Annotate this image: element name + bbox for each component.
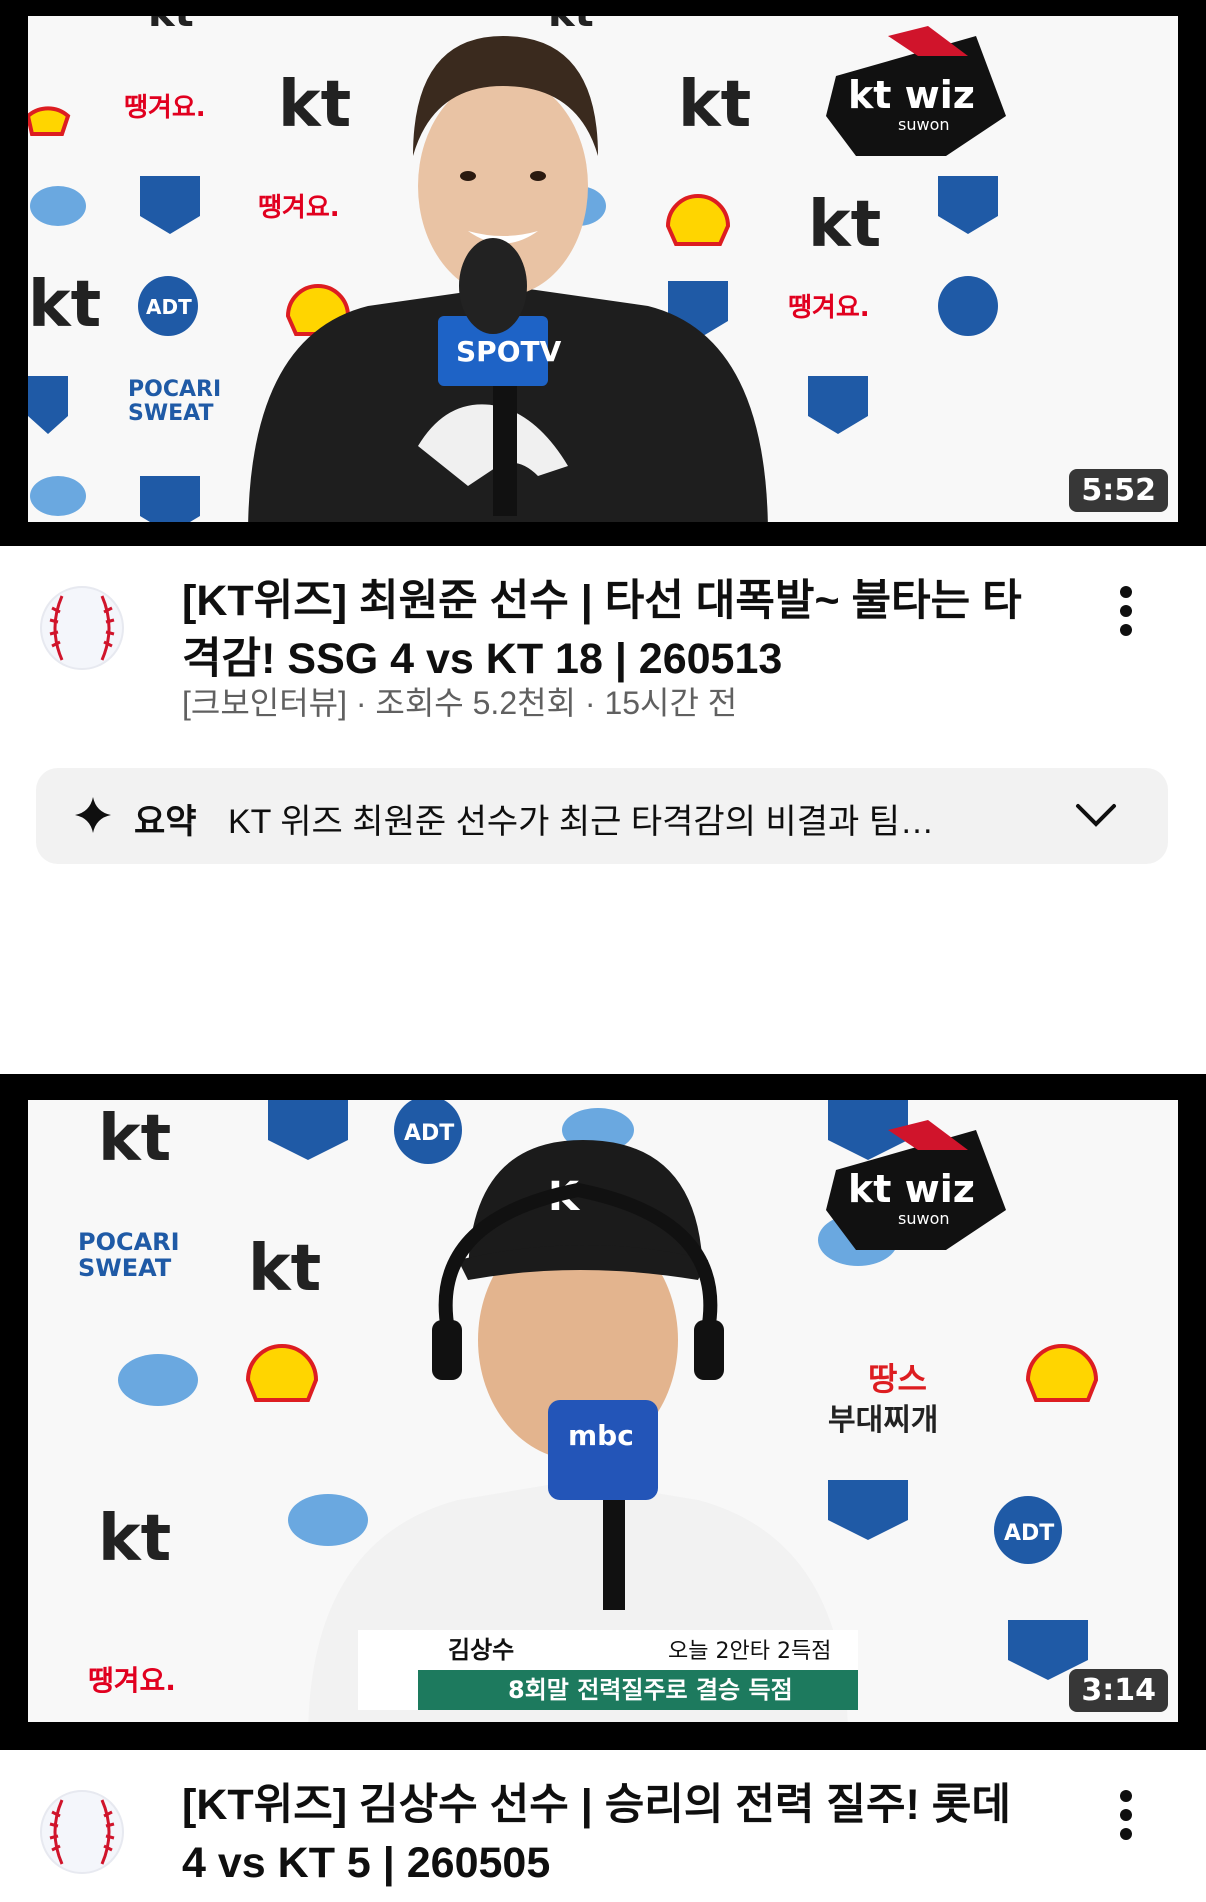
svg-text:ADT: ADT [404,1121,454,1146]
separator-dot: · [584,685,605,721]
video-1-thumbnail-frame[interactable]: kt kt kt kt kt kt 땡겨요. 땡겨요. 땡겨요. POCARI … [0,0,1206,546]
svg-text:kt: kt [98,1502,171,1576]
summary-label: 요약 [134,803,197,841]
upload-age: 15시간 전 [604,685,738,721]
svg-text:땡겨요.: 땡겨요. [124,93,206,123]
baseball-icon [40,1790,124,1874]
svg-text:땡겨요.: 땡겨요. [258,193,340,223]
svg-text:SPOTV: SPOTV [456,335,562,368]
svg-text:8회말 전력질주로 결승 득점: 8회말 전력질주로 결승 득점 [508,1676,793,1704]
svg-text:땡겨요.: 땡겨요. [88,1664,176,1697]
summary-text: KT 위즈 최원준 선수가 최근 타격감의 비결과 팀… [228,803,934,841]
video-2-title[interactable]: [KT위즈] 김상수 선수 | 승리의 전력 질주! 롯데 4 vs KT 5 … [182,1776,1042,1892]
svg-text:오늘 2안타 2득점: 오늘 2안타 2득점 [668,1639,831,1664]
video-duration-badge: 3:14 [1069,1669,1168,1712]
sparkle-icon [75,797,111,833]
baseball-icon [40,586,124,670]
svg-text:김상수: 김상수 [448,1636,514,1664]
svg-text:kt wiz: kt wiz [848,73,975,117]
video-1-metadata-line: [크보인터뷰] · 조회수 5.2천회 · 15시간 전 [182,678,737,724]
svg-text:땡겨요.: 땡겨요. [788,293,870,323]
view-count: 조회수 5.2천회 [375,685,576,721]
svg-text:ADT: ADT [146,295,192,319]
svg-text:kt: kt [278,68,351,142]
video-1-title[interactable]: [KT위즈] 최원준 선수 | 타선 대폭발~ 불타는 타격감! SSG 4 v… [182,572,1042,688]
svg-text:suwon: suwon [898,115,950,134]
video-2-meta[interactable]: [KT위즈] 김상수 선수 | 승리의 전력 질주! 롯데 4 vs KT 5 … [0,1750,1206,1902]
svg-text:부대찌개: 부대찌개 [828,1403,938,1438]
channel-name[interactable]: [크보인터뷰] [182,685,347,721]
ai-summary-bar[interactable]: 요약 KT 위즈 최원준 선수가 최근 타격감의 비결과 팀… [36,768,1168,864]
svg-text:kt: kt [548,16,594,36]
chevron-down-icon[interactable] [1074,796,1118,836]
svg-text:mbc: mbc [568,1419,634,1452]
channel-avatar-baseball[interactable] [40,1790,124,1874]
video-1-thumbnail[interactable]: kt kt kt kt kt kt 땡겨요. 땡겨요. 땡겨요. POCARI … [28,16,1178,522]
svg-text:POCARI: POCARI [78,1228,180,1256]
separator-dot: · [355,685,376,721]
svg-text:kt: kt [98,1102,171,1176]
channel-avatar-baseball[interactable] [40,586,124,670]
more-options-icon[interactable] [1106,1784,1146,1844]
video-1-thumbnail-image: kt kt kt kt kt kt 땡겨요. 땡겨요. 땡겨요. POCARI … [28,16,1178,522]
video-duration-badge: 5:52 [1069,469,1168,512]
svg-text:SWEAT: SWEAT [128,401,213,426]
video-2-thumbnail[interactable]: kt kt kt POCARI SWEAT 땡겨요. 땅스 부대찌개 ADT A… [28,1100,1178,1722]
svg-text:POCARI: POCARI [128,377,221,402]
svg-text:땅스: 땅스 [868,1360,927,1398]
svg-text:kt: kt [678,68,751,142]
svg-text:suwon: suwon [898,1209,950,1228]
video-2-thumbnail-frame[interactable]: kt kt kt POCARI SWEAT 땡겨요. 땅스 부대찌개 ADT A… [0,1074,1206,1750]
svg-text:SWEAT: SWEAT [78,1254,172,1282]
svg-text:kt: kt [808,188,881,262]
video-2-thumbnail-image: kt kt kt POCARI SWEAT 땡겨요. 땅스 부대찌개 ADT A… [28,1100,1178,1722]
video-1-meta[interactable]: [KT위즈] 최원준 선수 | 타선 대폭발~ 불타는 타격감! SSG 4 v… [0,546,1206,876]
more-options-icon[interactable] [1106,580,1146,640]
svg-text:kt wiz: kt wiz [848,1167,975,1211]
svg-text:kt: kt [248,1232,321,1306]
svg-text:kt: kt [28,268,101,342]
svg-text:ADT: ADT [1004,1521,1054,1546]
svg-text:kt: kt [148,16,194,36]
